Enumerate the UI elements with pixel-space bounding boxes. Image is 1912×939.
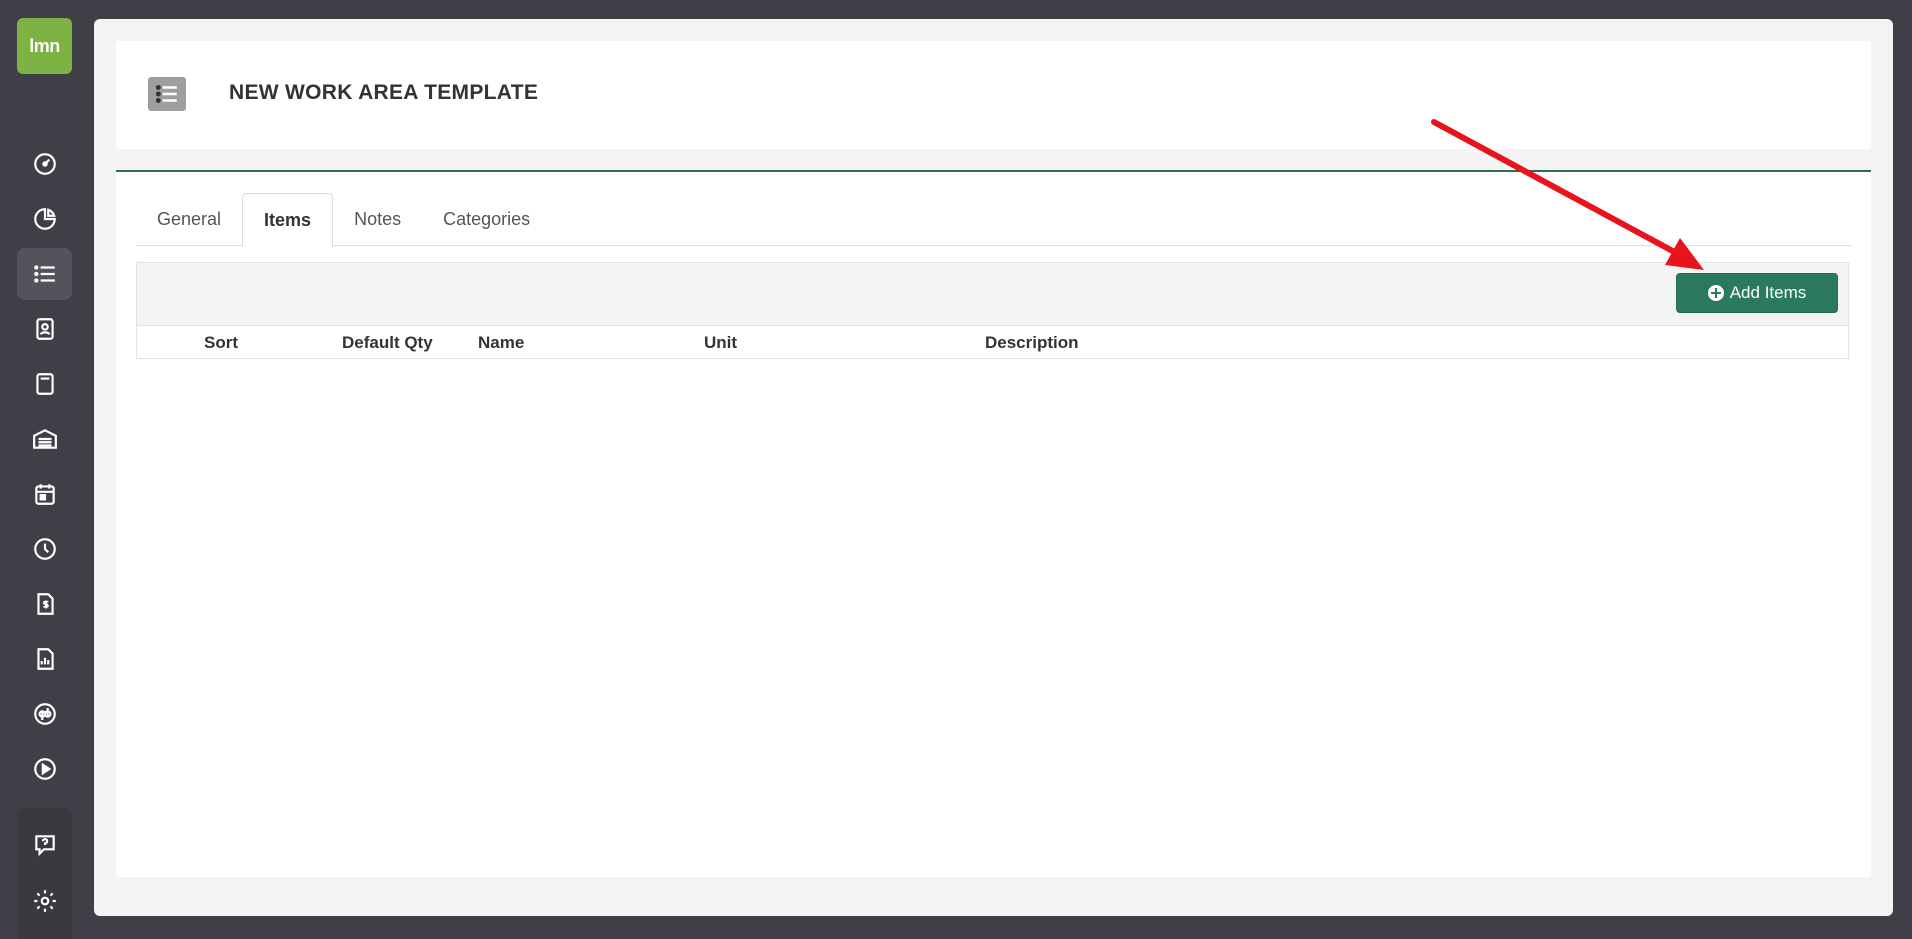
pie-chart-icon[interactable]	[17, 193, 72, 245]
plus-circle-icon	[1707, 285, 1724, 301]
quickbooks-icon[interactable]	[17, 688, 72, 740]
report-icon[interactable]	[17, 633, 72, 685]
calendar-icon[interactable]	[17, 468, 72, 520]
column-header-description[interactable]: Description	[985, 333, 1079, 353]
table-header: Sort Default Qty Name Unit Description	[137, 326, 1848, 359]
logo-text: lmn	[29, 35, 60, 56]
tab-general[interactable]: General	[136, 193, 242, 246]
tab-bar: General Items Notes Categories	[136, 193, 1851, 247]
main-panel: NEW WORK AREA TEMPLATE General Items Not…	[94, 19, 1893, 916]
page-title: NEW WORK AREA TEMPLATE	[229, 81, 539, 104]
tab-items[interactable]: Items	[242, 193, 334, 247]
add-items-button[interactable]: Add Items	[1676, 273, 1838, 313]
warehouse-icon[interactable]	[17, 413, 72, 465]
clock-icon[interactable]	[17, 523, 72, 575]
page-header: NEW WORK AREA TEMPLATE	[116, 41, 1871, 149]
column-header-sort[interactable]: Sort	[204, 333, 238, 353]
lmn-logo[interactable]: lmn	[17, 18, 72, 74]
calculator-icon[interactable]	[17, 358, 72, 410]
play-icon[interactable]	[17, 743, 72, 795]
column-header-name[interactable]: Name	[478, 333, 524, 353]
list-icon[interactable]	[17, 248, 72, 300]
column-header-default-qty[interactable]: Default Qty	[342, 333, 433, 353]
list-icon	[148, 77, 186, 111]
items-grid: Add Items Sort Default Qty Name Unit Des…	[136, 262, 1849, 359]
tab-categories[interactable]: Categories	[422, 193, 551, 246]
tab-notes[interactable]: Notes	[333, 193, 422, 246]
column-header-unit[interactable]: Unit	[704, 333, 737, 353]
contact-card-icon[interactable]	[17, 303, 72, 355]
help-icon[interactable]	[17, 819, 72, 871]
invoice-icon[interactable]	[17, 578, 72, 630]
gear-icon[interactable]	[17, 875, 72, 927]
sidebar-bottom-group	[17, 808, 72, 939]
dashboard-icon[interactable]	[17, 138, 72, 190]
grid-toolbar: Add Items	[137, 263, 1848, 326]
add-items-label: Add Items	[1729, 283, 1807, 302]
sidebar: lmn	[0, 0, 94, 939]
content-card: General Items Notes Categories Add Items…	[116, 170, 1871, 877]
